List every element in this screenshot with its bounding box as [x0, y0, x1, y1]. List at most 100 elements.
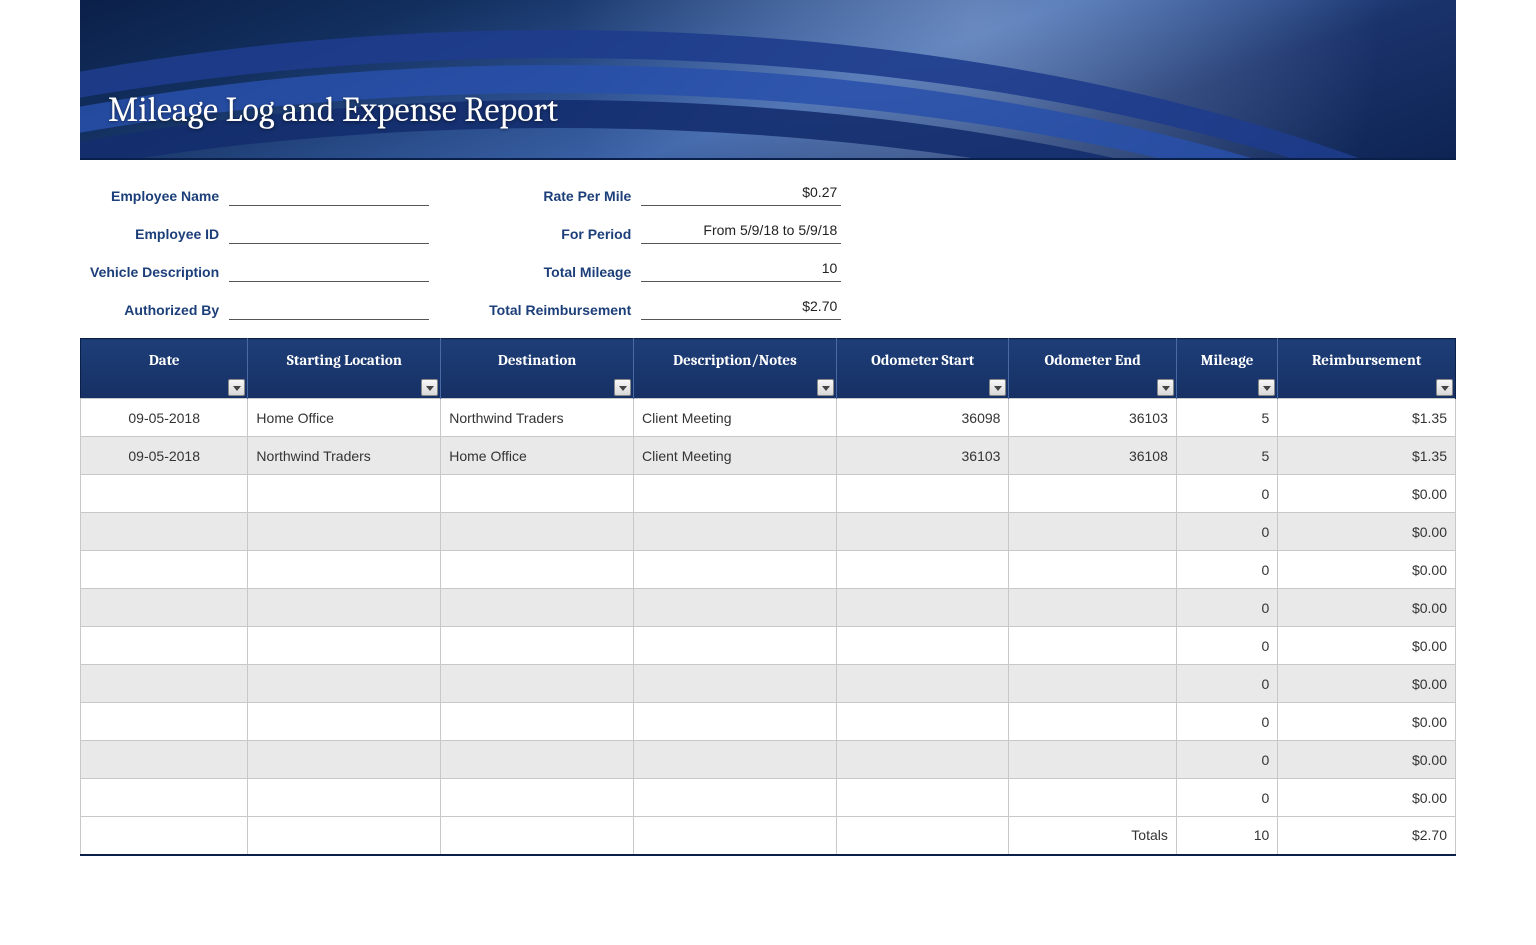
cell-reimbursement[interactable]: $0.00	[1278, 627, 1456, 665]
cell-dest[interactable]: Home Office	[441, 437, 634, 475]
cell-mileage[interactable]: 0	[1176, 589, 1277, 627]
cell-reimbursement[interactable]: $0.00	[1278, 589, 1456, 627]
cell-odometer-start[interactable]	[836, 475, 1009, 513]
cell-dest[interactable]	[441, 513, 634, 551]
cell-start[interactable]	[248, 665, 441, 703]
cell-dest[interactable]	[441, 741, 634, 779]
cell-desc[interactable]	[634, 741, 837, 779]
cell-desc[interactable]	[634, 779, 837, 817]
cell-mileage[interactable]: 0	[1176, 513, 1277, 551]
filter-dropdown-icon[interactable]	[421, 379, 438, 396]
cell-reimbursement[interactable]: $1.35	[1278, 437, 1456, 475]
cell-start[interactable]: Northwind Traders	[248, 437, 441, 475]
cell-dest[interactable]	[441, 665, 634, 703]
cell-dest[interactable]	[441, 703, 634, 741]
cell-odometer-end[interactable]	[1009, 665, 1176, 703]
filter-dropdown-icon[interactable]	[817, 379, 834, 396]
cell-odometer-end[interactable]	[1009, 627, 1176, 665]
cell-odometer-start[interactable]	[836, 551, 1009, 589]
cell-date[interactable]	[81, 513, 248, 551]
cell-date[interactable]	[81, 741, 248, 779]
cell-desc[interactable]: Client Meeting	[634, 437, 837, 475]
cell-odometer-start[interactable]	[836, 589, 1009, 627]
cell-reimbursement[interactable]: $0.00	[1278, 703, 1456, 741]
cell-odometer-start[interactable]: 36103	[836, 437, 1009, 475]
cell-odometer-end[interactable]	[1009, 551, 1176, 589]
cell-odometer-end[interactable]: 36108	[1009, 437, 1176, 475]
cell-dest[interactable]	[441, 475, 634, 513]
rate-per-mile-field[interactable]: $0.27	[641, 184, 841, 206]
cell-start[interactable]	[248, 475, 441, 513]
cell-date[interactable]	[81, 703, 248, 741]
cell-desc[interactable]	[634, 703, 837, 741]
cell-odometer-start[interactable]	[836, 513, 1009, 551]
filter-dropdown-icon[interactable]	[989, 379, 1006, 396]
filter-dropdown-icon[interactable]	[614, 379, 631, 396]
cell-date[interactable]: 09-05-2018	[81, 437, 248, 475]
cell-date[interactable]	[81, 627, 248, 665]
cell-start[interactable]	[248, 589, 441, 627]
employee-id-field[interactable]	[229, 222, 429, 244]
cell-odometer-end[interactable]	[1009, 513, 1176, 551]
cell-mileage[interactable]: 0	[1176, 703, 1277, 741]
cell-dest[interactable]	[441, 627, 634, 665]
cell-mileage[interactable]: 0	[1176, 551, 1277, 589]
vehicle-desc-field[interactable]	[229, 260, 429, 282]
cell-desc[interactable]	[634, 589, 837, 627]
cell-odometer-end[interactable]: 36103	[1009, 399, 1176, 437]
cell-date[interactable]	[81, 551, 248, 589]
cell-odometer-start[interactable]	[836, 703, 1009, 741]
cell-start[interactable]	[248, 741, 441, 779]
filter-dropdown-icon[interactable]	[228, 379, 245, 396]
cell-odometer-end[interactable]	[1009, 589, 1176, 627]
cell-mileage[interactable]: 0	[1176, 475, 1277, 513]
cell-start[interactable]: Home Office	[248, 399, 441, 437]
cell-desc[interactable]	[634, 475, 837, 513]
cell-date[interactable]: 09-05-2018	[81, 399, 248, 437]
cell-mileage[interactable]: 0	[1176, 779, 1277, 817]
cell-mileage[interactable]: 5	[1176, 399, 1277, 437]
cell-start[interactable]	[248, 627, 441, 665]
cell-date[interactable]	[81, 779, 248, 817]
cell-desc[interactable]	[634, 627, 837, 665]
cell-date[interactable]	[81, 665, 248, 703]
cell-start[interactable]	[248, 551, 441, 589]
cell-mileage[interactable]: 5	[1176, 437, 1277, 475]
filter-dropdown-icon[interactable]	[1436, 379, 1453, 396]
employee-name-field[interactable]	[229, 184, 429, 206]
cell-odometer-start[interactable]	[836, 665, 1009, 703]
cell-odometer-start[interactable]	[836, 627, 1009, 665]
authorized-by-field[interactable]	[229, 298, 429, 320]
cell-date[interactable]	[81, 589, 248, 627]
cell-date[interactable]	[81, 475, 248, 513]
cell-desc[interactable]	[634, 551, 837, 589]
cell-desc[interactable]	[634, 665, 837, 703]
cell-dest[interactable]: Northwind Traders	[441, 399, 634, 437]
cell-reimbursement[interactable]: $0.00	[1278, 475, 1456, 513]
filter-dropdown-icon[interactable]	[1157, 379, 1174, 396]
cell-reimbursement[interactable]: $0.00	[1278, 741, 1456, 779]
cell-start[interactable]	[248, 703, 441, 741]
cell-odometer-end[interactable]	[1009, 741, 1176, 779]
cell-odometer-end[interactable]	[1009, 475, 1176, 513]
cell-reimbursement[interactable]: $0.00	[1278, 551, 1456, 589]
cell-desc[interactable]	[634, 513, 837, 551]
cell-dest[interactable]	[441, 589, 634, 627]
for-period-field[interactable]: From 5/9/18 to 5/9/18	[641, 222, 841, 244]
cell-dest[interactable]	[441, 779, 634, 817]
cell-reimbursement[interactable]: $0.00	[1278, 513, 1456, 551]
cell-odometer-end[interactable]	[1009, 703, 1176, 741]
cell-mileage[interactable]: 0	[1176, 627, 1277, 665]
cell-odometer-start[interactable]	[836, 779, 1009, 817]
cell-start[interactable]	[248, 513, 441, 551]
cell-mileage[interactable]: 0	[1176, 741, 1277, 779]
cell-start[interactable]	[248, 779, 441, 817]
cell-reimbursement[interactable]: $1.35	[1278, 399, 1456, 437]
cell-reimbursement[interactable]: $0.00	[1278, 665, 1456, 703]
cell-mileage[interactable]: 0	[1176, 665, 1277, 703]
cell-odometer-start[interactable]: 36098	[836, 399, 1009, 437]
filter-dropdown-icon[interactable]	[1258, 379, 1275, 396]
cell-dest[interactable]	[441, 551, 634, 589]
cell-reimbursement[interactable]: $0.00	[1278, 779, 1456, 817]
cell-desc[interactable]: Client Meeting	[634, 399, 837, 437]
